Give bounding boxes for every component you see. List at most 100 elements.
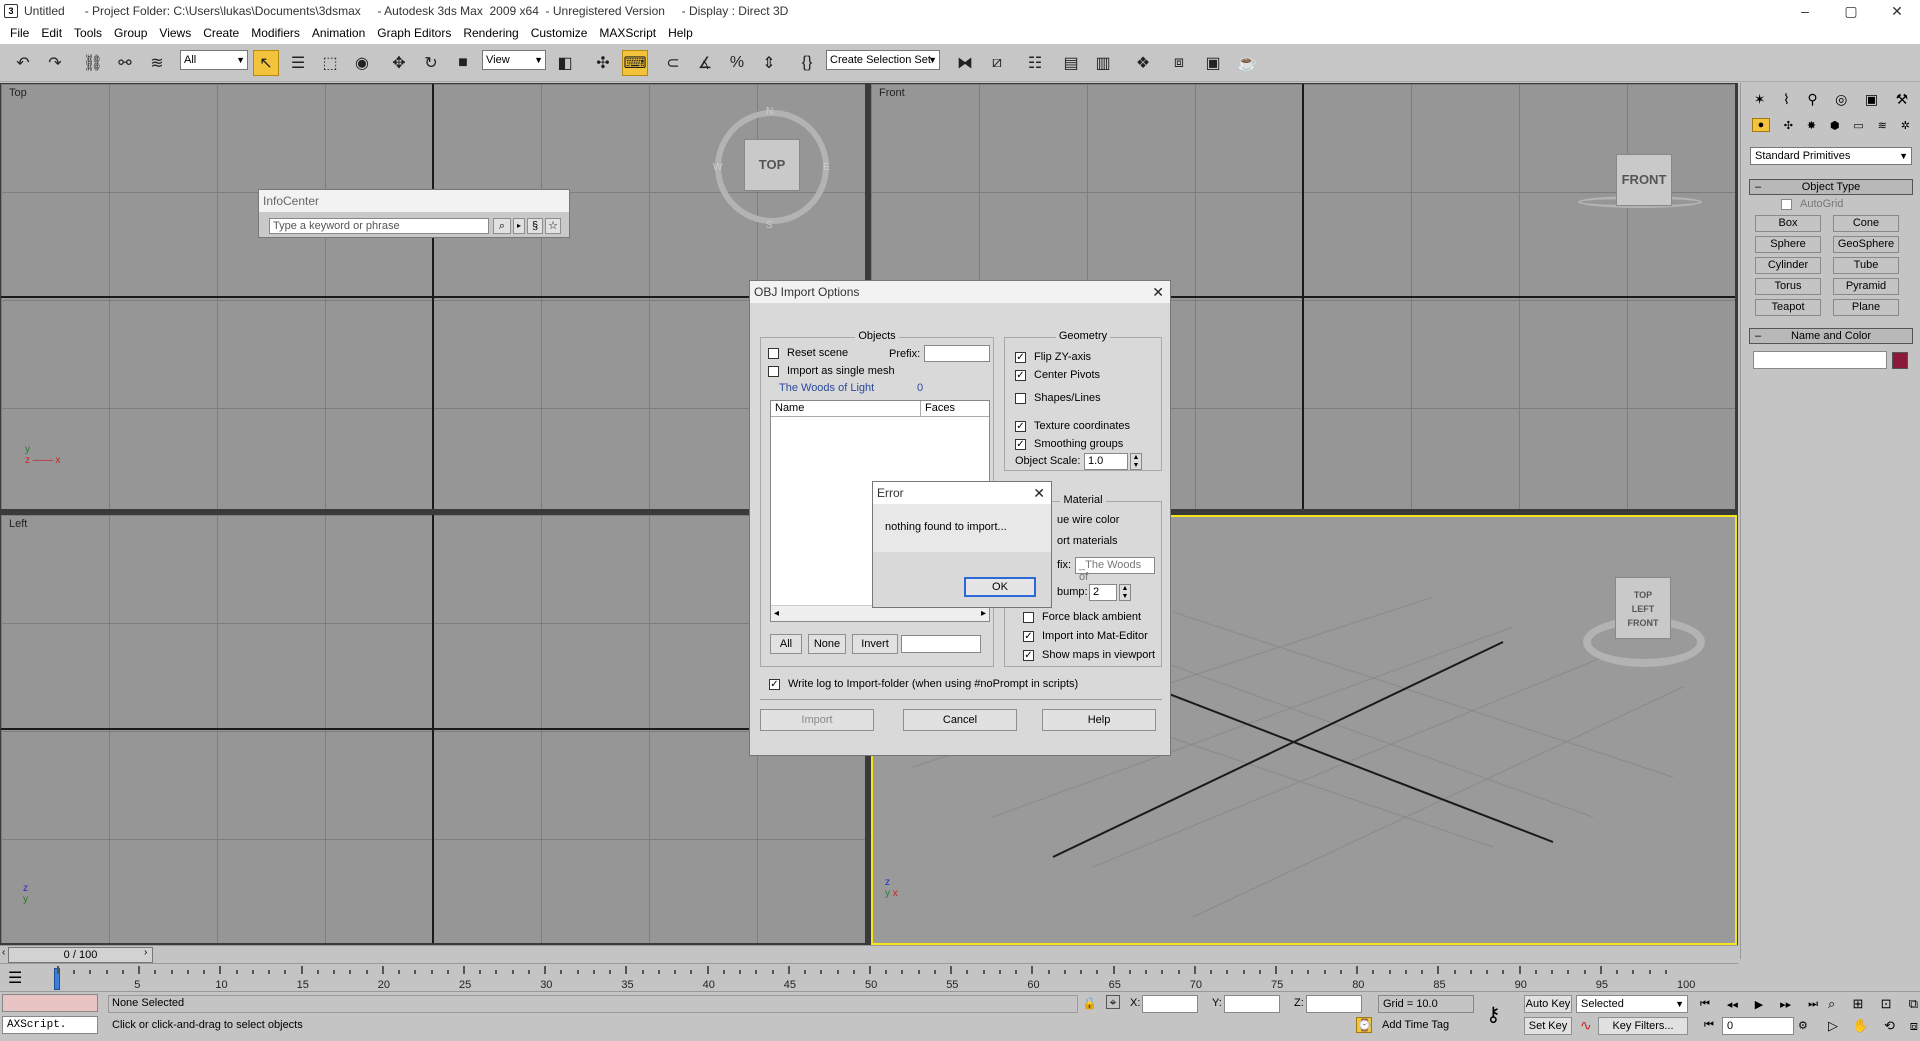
close-button[interactable]: ✕: [1874, 0, 1920, 22]
shapes-category-icon[interactable]: ✣: [1784, 119, 1793, 132]
pivot-center-icon[interactable]: ◧: [552, 50, 578, 76]
bind-space-warp-icon[interactable]: ≋: [144, 50, 170, 76]
box-button[interactable]: Box: [1755, 215, 1821, 232]
infocenter-search-input[interactable]: Type a keyword or phrase: [269, 218, 489, 234]
create-tab-icon[interactable]: ✶: [1754, 91, 1766, 108]
render-setup-icon[interactable]: ⧈: [1166, 50, 1192, 76]
object-color-swatch[interactable]: [1892, 352, 1908, 369]
center-pivots-checkbox[interactable]: ✓ Center Pivots: [1015, 369, 1100, 381]
col-header-faces[interactable]: Faces: [921, 401, 989, 417]
select-all-button[interactable]: All: [770, 634, 802, 654]
subscription-icon[interactable]: §: [527, 218, 543, 234]
modify-tab-icon[interactable]: ⌇: [1783, 91, 1790, 108]
track-bar-menu-icon[interactable]: ☰: [8, 968, 22, 988]
autogrid-checkbox[interactable]: AutoGrid: [1781, 198, 1843, 210]
import-button[interactable]: Import: [760, 709, 874, 731]
render-production-icon[interactable]: ☕: [1234, 50, 1260, 76]
rollout-name-color[interactable]: – Name and Color: [1749, 328, 1913, 344]
error-ok-button[interactable]: OK: [964, 577, 1036, 597]
rotate-icon[interactable]: ↻: [418, 50, 444, 76]
orbit-icon[interactable]: ⟲: [1884, 1018, 1895, 1034]
minimize-button[interactable]: –: [1782, 0, 1828, 22]
scale-icon[interactable]: ■: [450, 50, 476, 76]
select-link-icon[interactable]: ⛓: [80, 50, 106, 76]
percent-snap-icon[interactable]: %: [724, 50, 750, 76]
invert-selection-button[interactable]: Invert: [852, 634, 898, 654]
menu-customize[interactable]: Customize: [525, 26, 594, 40]
shapes-lines-checkbox[interactable]: Shapes/Lines: [1015, 392, 1101, 404]
menu-create[interactable]: Create: [197, 26, 245, 40]
set-key-button[interactable]: Set Key: [1524, 1017, 1572, 1035]
cylinder-button[interactable]: Cylinder: [1755, 257, 1821, 274]
absolute-mode-icon[interactable]: ⌖: [1106, 995, 1120, 1009]
reset-scene-box[interactable]: [768, 347, 779, 359]
time-slider-right-icon[interactable]: ›: [144, 947, 147, 958]
edit-named-selection-icon[interactable]: {}: [794, 50, 820, 76]
redo-icon[interactable]: ↷: [42, 50, 68, 76]
menu-views[interactable]: Views: [153, 26, 197, 40]
snaps-toggle-icon[interactable]: ⊂: [660, 50, 686, 76]
display-tab-icon[interactable]: ▣: [1865, 91, 1878, 108]
maximize-button[interactable]: ▢: [1828, 0, 1874, 22]
lights-category-icon[interactable]: ✸: [1807, 119, 1816, 132]
systems-category-icon[interactable]: ✲: [1901, 119, 1910, 132]
set-key-icon[interactable]: ⚷: [1486, 1002, 1501, 1027]
go-to-end-icon[interactable]: ⏭: [1808, 998, 1818, 1011]
menu-group[interactable]: Group: [108, 26, 153, 40]
import-single-mesh-box[interactable]: [768, 365, 779, 377]
show-maps-checkbox[interactable]: ✓ Show maps in viewport: [1023, 649, 1155, 661]
z-coordinate-input[interactable]: [1306, 995, 1362, 1013]
favorites-star-icon[interactable]: ☆: [545, 218, 561, 234]
import-materials-label[interactable]: ort materials: [1057, 532, 1118, 550]
spacewarps-category-icon[interactable]: ≋: [1878, 119, 1887, 132]
layer-manager-icon[interactable]: ☷: [1022, 50, 1048, 76]
mirror-icon[interactable]: ⧓: [952, 50, 978, 76]
menu-file[interactable]: File: [4, 26, 35, 40]
angle-snap-icon[interactable]: ∡: [692, 50, 718, 76]
field-of-view-icon[interactable]: ▷: [1828, 1018, 1838, 1034]
keyboard-shortcut-override-icon[interactable]: ⌨: [622, 50, 648, 76]
cameras-category-icon[interactable]: ⬢: [1830, 119, 1840, 132]
auto-key-button[interactable]: Auto Key: [1524, 995, 1572, 1013]
selection-lock-icon[interactable]: 🔒: [1082, 996, 1097, 1010]
zoom-all-icon[interactable]: ⊞: [1852, 996, 1863, 1012]
menu-maxscript[interactable]: MAXScript: [593, 26, 662, 40]
menu-help[interactable]: Help: [662, 26, 699, 40]
geosphere-button[interactable]: GeoSphere: [1833, 236, 1899, 253]
key-tangent-icon[interactable]: ∿: [1580, 1017, 1592, 1034]
select-by-name-icon[interactable]: ☰: [285, 50, 311, 76]
curve-editor-icon[interactable]: ▥: [1090, 50, 1116, 76]
move-icon[interactable]: ✥: [386, 50, 412, 76]
object-name-input[interactable]: [1753, 351, 1887, 369]
select-none-button[interactable]: None: [808, 634, 846, 654]
cancel-button[interactable]: Cancel: [903, 709, 1017, 731]
select-object-icon[interactable]: ↖: [253, 50, 279, 76]
viewport-left[interactable]: Left zy: [1, 515, 865, 943]
write-log-box[interactable]: ✓: [769, 678, 780, 690]
force-black-ambient-checkbox[interactable]: Force black ambient: [1023, 611, 1141, 623]
object-scale-spinner[interactable]: ▲ ▼: [1130, 453, 1142, 470]
graphite-modeling-icon[interactable]: ▤: [1058, 50, 1084, 76]
shapes-lines-box[interactable]: [1015, 392, 1026, 404]
menu-edit[interactable]: Edit: [35, 26, 68, 40]
menu-modifiers[interactable]: Modifiers: [245, 26, 306, 40]
pyramid-button[interactable]: Pyramid: [1833, 278, 1899, 295]
teapot-button[interactable]: Teapot: [1755, 299, 1821, 316]
manipulate-icon[interactable]: ✣: [590, 50, 616, 76]
selection-filter-input[interactable]: [901, 635, 981, 653]
unlink-icon[interactable]: ⚯: [112, 50, 138, 76]
flip-zy-checkbox[interactable]: ✓ Flip ZY-axis: [1015, 351, 1091, 363]
viewport-top[interactable]: Top N E S W TOP yz —— x: [1, 84, 865, 509]
align-icon[interactable]: ⧄: [984, 50, 1010, 76]
time-slider-left-icon[interactable]: ‹: [2, 947, 5, 958]
time-slider[interactable]: 0 / 100: [8, 947, 153, 963]
zoom-extents-icon[interactable]: ⊡: [1881, 996, 1892, 1012]
x-coordinate-input[interactable]: [1142, 995, 1198, 1013]
named-selection-dropdown[interactable]: Create Selection Set ▼: [826, 50, 940, 70]
bump-input[interactable]: 2: [1089, 584, 1117, 601]
y-coordinate-input[interactable]: [1224, 995, 1280, 1013]
viewcube-top[interactable]: TOP: [744, 139, 800, 191]
undo-icon[interactable]: ↶: [10, 50, 36, 76]
flip-zy-box[interactable]: ✓: [1015, 351, 1026, 363]
material-editor-icon[interactable]: ❖: [1130, 50, 1156, 76]
